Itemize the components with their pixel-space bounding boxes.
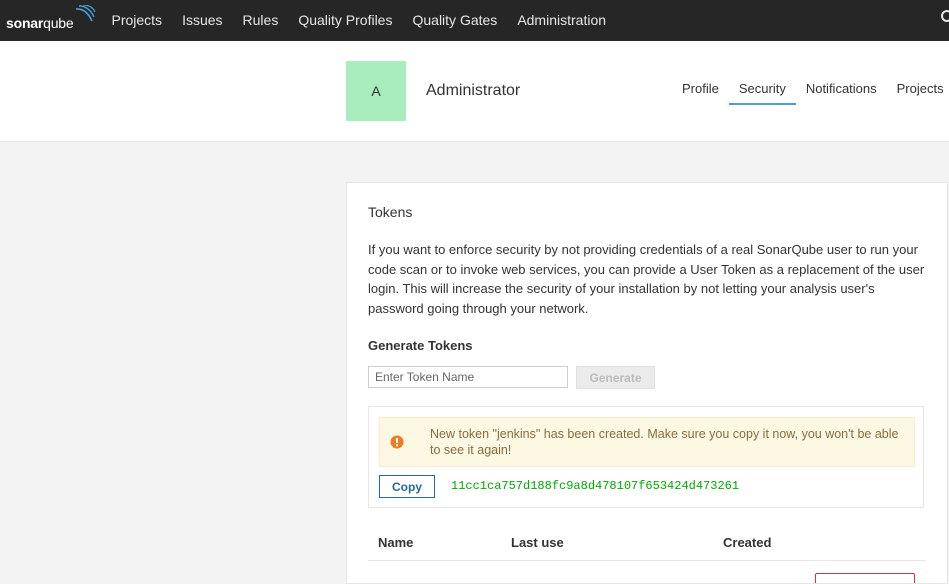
tab-projects[interactable]: Projects: [887, 81, 949, 103]
tab-notifications[interactable]: Notifications: [796, 81, 887, 103]
profile-header: A Administrator Profile Security Notific…: [0, 41, 949, 142]
profile-tabs: Profile Security Notifications Projects: [672, 81, 949, 105]
tokens-table-header: Name Last use Created: [368, 528, 926, 561]
tab-profile[interactable]: Profile: [672, 81, 729, 103]
tokens-card: Tokens If you want to enforce security b…: [346, 182, 948, 584]
search-icon[interactable]: [939, 9, 949, 25]
profile-name: Administrator: [426, 82, 521, 99]
avatar: A: [346, 61, 406, 121]
nav-quality-gates[interactable]: Quality Gates: [402, 0, 507, 41]
column-last-use: Last use: [511, 535, 564, 550]
logo-text-light: qube: [43, 14, 74, 31]
tokens-description: If you want to enforce security by not p…: [368, 242, 925, 317]
column-created: Created: [723, 535, 772, 550]
generate-button[interactable]: Generate: [576, 366, 655, 389]
nav-projects[interactable]: Projects: [101, 0, 172, 41]
new-token-box: New token "jenkins" has been created. Ma…: [368, 406, 924, 508]
nav-rules[interactable]: Rules: [233, 0, 289, 41]
warning-circle-icon: [390, 435, 404, 449]
nav-administration[interactable]: Administration: [507, 0, 616, 41]
column-name: Name: [378, 535, 414, 550]
sonarqube-logo[interactable]: sonar qube: [6, 4, 96, 31]
tokens-title: Tokens: [368, 204, 413, 220]
token-value[interactable]: 11cc1ca757d188fc9a8d478107f653424d473261: [451, 479, 739, 493]
top-nav-bar: sonar qube Projects Issues Rules Quality …: [0, 0, 949, 41]
nav-quality-profiles[interactable]: Quality Profiles: [288, 0, 402, 41]
logo-text-bold: sonar: [6, 14, 44, 31]
token-created-alert: New token "jenkins" has been created. Ma…: [379, 417, 915, 467]
alert-message: New token "jenkins" has been created. Ma…: [430, 427, 899, 457]
tab-security[interactable]: Security: [728, 81, 796, 105]
generate-tokens-heading: Generate Tokens: [368, 338, 473, 353]
token-name-input[interactable]: [368, 366, 568, 388]
sonar-waves-icon: [75, 4, 96, 21]
nav-issues[interactable]: Issues: [172, 0, 232, 41]
copy-button[interactable]: Copy: [379, 475, 435, 498]
